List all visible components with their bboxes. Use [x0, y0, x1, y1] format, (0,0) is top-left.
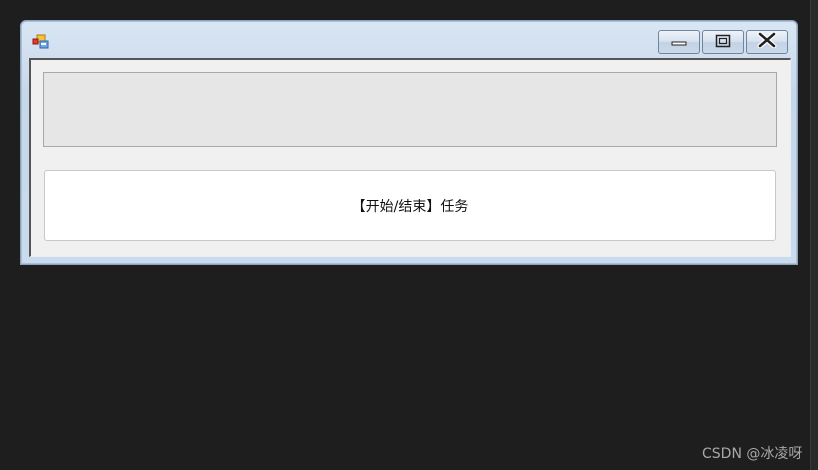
- output-textbox[interactable]: [43, 72, 777, 147]
- close-icon: [757, 31, 777, 52]
- screen-edge: [810, 0, 818, 470]
- task-button-label: 【开始/结束】任务: [351, 198, 469, 215]
- close-button[interactable]: [746, 30, 788, 54]
- start-stop-task-button[interactable]: 【开始/结束】任务: [44, 170, 776, 241]
- minimize-button[interactable]: [658, 30, 700, 54]
- watermark-text: CSDN @冰凌呀: [702, 446, 803, 462]
- minimize-icon: [671, 33, 687, 52]
- application-form-icon[interactable]: [32, 34, 50, 50]
- maximize-icon: [715, 33, 731, 52]
- title-bar[interactable]: [21, 21, 797, 57]
- maximize-button[interactable]: [702, 30, 744, 54]
- form-window: 【开始/结束】任务: [20, 20, 798, 265]
- form-client-area: 【开始/结束】任务: [29, 58, 791, 257]
